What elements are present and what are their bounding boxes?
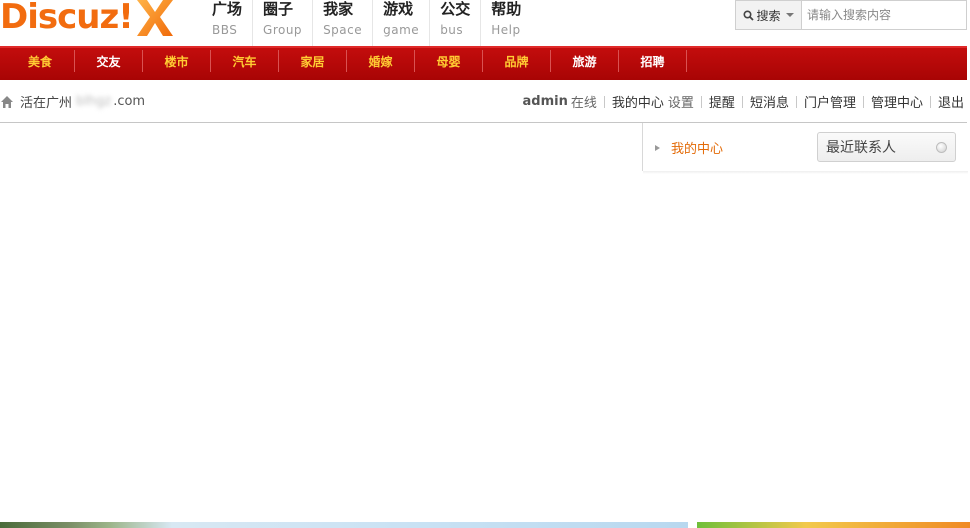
category-bar: 美食 交友 楼市 汽车 家居 婚嫁 母婴 品牌 旅游 招聘 xyxy=(0,46,967,80)
category-brands[interactable]: 品牌 xyxy=(483,50,551,72)
banner-image-right[interactable] xyxy=(697,522,970,528)
nav-title: 帮助 xyxy=(491,0,522,18)
search-icon xyxy=(743,9,755,21)
nav-title: 游戏 xyxy=(383,0,414,18)
admin-center-link[interactable]: 管理中心 xyxy=(871,92,923,111)
reminders-link[interactable]: 提醒 xyxy=(709,92,735,111)
nav-item-bbs[interactable]: 广场 BBS xyxy=(202,0,252,46)
chevron-down-icon xyxy=(785,13,794,17)
divider xyxy=(603,95,605,108)
banner-image-left[interactable] xyxy=(0,522,688,528)
my-center-link[interactable]: 我的中心 xyxy=(612,92,664,111)
my-center-label: 我的中心 xyxy=(671,142,724,157)
nav-subtitle: BBS xyxy=(212,23,238,37)
category-travel[interactable]: 旅游 xyxy=(551,50,619,72)
category-property[interactable]: 楼市 xyxy=(143,50,211,72)
logo-x-mark-icon xyxy=(136,0,173,36)
status-dot-icon xyxy=(936,142,947,153)
nav-subtitle: Help xyxy=(491,23,521,37)
user-nav: admin 在线 我的中心 设置 提醒 短消息 门户管理 管理中心 退出 xyxy=(523,92,964,111)
category-jobs[interactable]: 招聘 xyxy=(619,50,687,72)
messages-link[interactable]: 短消息 xyxy=(750,92,789,111)
portal-admin-link[interactable]: 门户管理 xyxy=(804,92,856,111)
category-home[interactable]: 家居 xyxy=(279,50,347,72)
online-status: 在线 xyxy=(570,96,597,111)
divider xyxy=(862,95,864,108)
triangle-right-icon xyxy=(655,144,660,151)
logo-text: Discuz! xyxy=(0,0,134,37)
settings-link[interactable]: 设置 xyxy=(668,92,694,111)
category-dating[interactable]: 交友 xyxy=(75,50,143,72)
divider xyxy=(741,95,743,108)
username-link[interactable]: admin xyxy=(523,94,568,109)
divider xyxy=(929,95,931,108)
recent-contacts-label: 最近联系人 xyxy=(826,140,896,156)
top-header: Discuz! 广场 BBS 圈子 Group 我家 Space 游戏 game… xyxy=(0,0,970,46)
nav-item-help[interactable]: 帮助 Help xyxy=(480,0,531,46)
nav-title: 圈子 xyxy=(263,0,294,18)
breadcrumb: 活在广州 blhgz .com xyxy=(0,92,145,111)
panel-shadow xyxy=(643,171,968,174)
nav-subtitle: Space xyxy=(323,23,363,37)
search-type-dropdown[interactable]: 搜索 xyxy=(736,1,802,29)
nav-item-game[interactable]: 游戏 game xyxy=(372,0,429,46)
category-baby[interactable]: 母婴 xyxy=(415,50,483,72)
bottom-banners xyxy=(0,522,970,528)
user-bar: 活在广州 blhgz .com admin 在线 我的中心 设置 提醒 短消息 … xyxy=(0,80,967,123)
recent-contacts-button[interactable]: 最近联系人 xyxy=(817,132,956,162)
nav-title: 广场 xyxy=(212,0,243,18)
main-nav: 广场 BBS 圈子 Group 我家 Space 游戏 game 公交 bus … xyxy=(202,0,531,46)
nav-title: 公交 xyxy=(440,0,471,18)
nav-subtitle: bus xyxy=(440,23,464,37)
blurred-domain: blhgz xyxy=(76,94,112,109)
search-box: 搜索 xyxy=(735,0,967,30)
breadcrumb-site-link[interactable]: 活在广州 xyxy=(20,92,72,111)
divider xyxy=(795,95,797,108)
nav-subtitle: game xyxy=(383,23,420,37)
right-panel: 我的中心 最近联系人 xyxy=(642,123,968,174)
category-cars[interactable]: 汽车 xyxy=(211,50,279,72)
logout-link[interactable]: 退出 xyxy=(938,92,964,111)
nav-title: 我家 xyxy=(323,0,354,18)
nav-subtitle: Group xyxy=(263,23,303,37)
category-wedding[interactable]: 婚嫁 xyxy=(347,50,415,72)
nav-item-space[interactable]: 我家 Space xyxy=(312,0,372,46)
category-food[interactable]: 美食 xyxy=(6,50,75,72)
search-input[interactable] xyxy=(802,1,966,29)
nav-item-bus[interactable]: 公交 bus xyxy=(429,0,480,46)
home-icon[interactable] xyxy=(0,95,14,109)
site-logo[interactable]: Discuz! xyxy=(0,0,175,40)
search-type-label: 搜索 xyxy=(756,8,781,23)
nav-item-group[interactable]: 圈子 Group xyxy=(252,0,312,46)
divider xyxy=(700,95,702,108)
my-center-menu[interactable]: 我的中心 xyxy=(655,138,723,157)
breadcrumb-domain-tail: .com xyxy=(113,94,146,109)
